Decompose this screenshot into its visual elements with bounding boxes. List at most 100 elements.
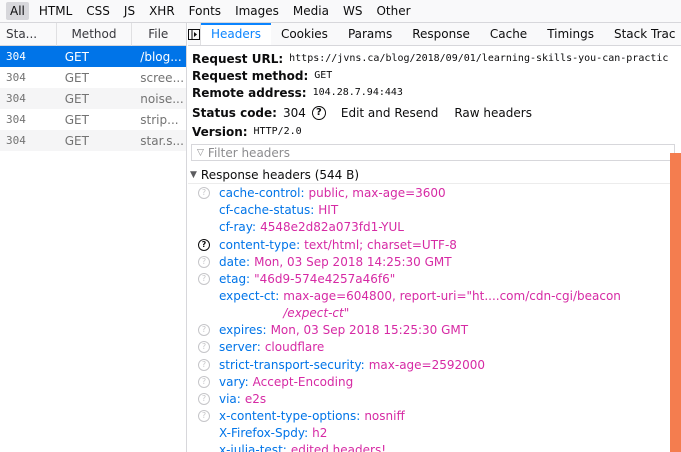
header-name: X-Firefox-Spdy: [219,426,309,441]
header-row: X-Firefox-Spdy: h2 [188,425,681,442]
header-value[interactable]: h2 [312,425,327,442]
question-circle-icon[interactable]: ? [198,375,210,388]
edit-and-resend-button[interactable]: Edit and Resend [341,106,438,120]
filter-js-button[interactable]: JS [124,2,135,20]
header-name: vary: [219,374,249,389]
remote-address-value: 104.28.7.94:443 [312,87,403,98]
request-method: GET [64,49,89,64]
question-circle-icon[interactable]: ? [198,410,210,423]
version-label: Version: [192,124,248,139]
tab-cookies[interactable]: Cookies [271,23,338,45]
tab-timings[interactable]: Timings [537,23,604,45]
request-file: star.s... [140,133,184,148]
header-value[interactable]: Accept-Encoding [253,374,354,391]
request-method: GET [64,91,89,106]
filter-ws-button[interactable]: WS [343,2,362,20]
question-circle-icon[interactable]: ? [198,238,210,251]
header-value-line: max-age=604800, report-uri="ht....com/cd… [283,289,621,304]
filter-media-button[interactable]: Media [293,2,329,20]
request-row[interactable]: 304 GET star.s... [0,130,186,151]
tab-stack-trace[interactable]: Stack Trac [604,23,681,45]
tab-cache[interactable]: Cache [480,23,537,45]
filter-headers-input[interactable]: ▽ Filter headers [191,144,675,161]
header-row: ? cache-control: public, max-age=3600 [188,185,681,202]
header-name: cache-control: [219,186,305,200]
request-file: noise... [140,91,184,106]
raw-headers-toggle[interactable]: Raw headers [454,106,532,120]
panel-toggle-icon[interactable] [188,23,201,45]
question-circle-icon[interactable]: ? [198,341,210,354]
request-filter-toolbar: All HTML CSS JS XHR Fonts Images Media W… [0,0,681,23]
header-value[interactable]: text/html; charset=UTF-8 [304,237,457,254]
column-file-header[interactable]: File [132,23,186,46]
header-value[interactable]: "46d9-574e4257a46f6" [254,271,395,288]
filter-all-button[interactable]: All [6,2,29,20]
request-list: Sta... Method File 304 GET /blog... 304 … [0,23,187,452]
response-headers-section[interactable]: ▼ Response headers (544 B) [188,167,681,184]
request-method-row: Request method: GET [192,67,681,84]
remote-address-row: Remote address: 104.28.7.94:443 [192,84,681,101]
request-row[interactable]: 304 GET scree... [0,67,186,88]
vertical-scrollbar[interactable] [670,153,681,452]
question-circle-icon[interactable]: ? [198,358,210,371]
header-row: ? server: cloudflare [188,339,681,356]
version-row: Version: HTTP/2.0 [192,123,681,140]
header-name: cf-cache-status: [219,203,315,218]
request-file: strip... [140,112,179,127]
header-value[interactable]: public, max-age=3600 [309,185,446,202]
header-name: via: [219,391,241,406]
version-value: HTTP/2.0 [253,126,302,137]
question-circle-icon[interactable]: ? [198,255,210,268]
header-value[interactable]: Mon, 03 Sep 2018 14:25:30 GMT [254,254,452,271]
header-value[interactable]: edited headers! [291,442,386,452]
tab-params[interactable]: Params [338,23,402,45]
question-circle-icon[interactable]: ? [198,272,210,285]
tab-response[interactable]: Response [402,23,480,45]
response-headers-list: ? cache-control: public, max-age=3600 cf… [188,184,681,452]
question-circle-icon[interactable]: ? [198,324,210,337]
filter-html-button[interactable]: HTML [39,2,72,20]
filter-fonts-button[interactable]: Fonts [189,2,221,20]
header-value[interactable]: Mon, 03 Sep 2018 15:25:30 GMT [271,322,469,339]
request-row[interactable]: 304 GET strip... [0,109,186,130]
request-url-row: Request URL: https://jvns.ca/blog/2018/0… [192,50,681,67]
header-name: expires: [219,323,267,338]
request-status: 304 [6,134,26,147]
request-url-value: https://jvns.ca/blog/2018/09/01/learning… [289,53,669,64]
header-row: cf-cache-status: HIT [188,202,681,219]
question-circle-icon[interactable]: ? [198,392,210,405]
filter-css-button[interactable]: CSS [86,2,110,20]
header-name: server: [219,340,261,355]
request-file: /blog... [140,49,182,64]
header-value[interactable]: 4548e2d82a073fd1-YUL [260,219,404,236]
column-method-header[interactable]: Method [57,23,133,46]
status-code-label: Status code: [192,106,277,120]
column-status-header[interactable]: Sta... [0,23,57,46]
request-method: GET [64,133,89,148]
header-value[interactable]: max-age=604800, report-uri="ht....com/cd… [283,288,621,322]
filter-xhr-button[interactable]: XHR [149,2,175,20]
header-value[interactable]: e2s [245,391,266,408]
request-row[interactable]: 304 GET /blog... [0,46,186,67]
tab-headers[interactable]: Headers [201,23,271,45]
request-method: GET [64,112,89,127]
request-row[interactable]: 304 GET noise... [0,88,186,109]
header-value[interactable]: cloudflare [265,339,324,356]
header-row: ? strict-transport-security: max-age=259… [188,357,681,374]
header-row: ? etag: "46d9-574e4257a46f6" [188,271,681,288]
header-row: cf-ray: 4548e2d82a073fd1-YUL [188,219,681,236]
filter-other-button[interactable]: Other [376,2,410,20]
triangle-down-icon: ▼ [190,170,197,180]
question-circle-icon[interactable]: ? [311,106,326,120]
remote-address-label: Remote address: [192,85,307,100]
question-circle-icon[interactable]: ? [198,187,210,199]
header-value[interactable]: nosniff [364,408,404,425]
filter-images-button[interactable]: Images [235,2,279,20]
header-name: cf-ray: [219,220,257,235]
request-summary: Request URL: https://jvns.ca/blog/2018/0… [188,46,681,140]
header-value[interactable]: max-age=2592000 [369,357,485,374]
header-name: strict-transport-security: [219,357,365,372]
status-code-value: 304 [282,106,306,120]
request-method-label: Request method: [192,68,309,83]
header-value[interactable]: HIT [318,202,338,219]
